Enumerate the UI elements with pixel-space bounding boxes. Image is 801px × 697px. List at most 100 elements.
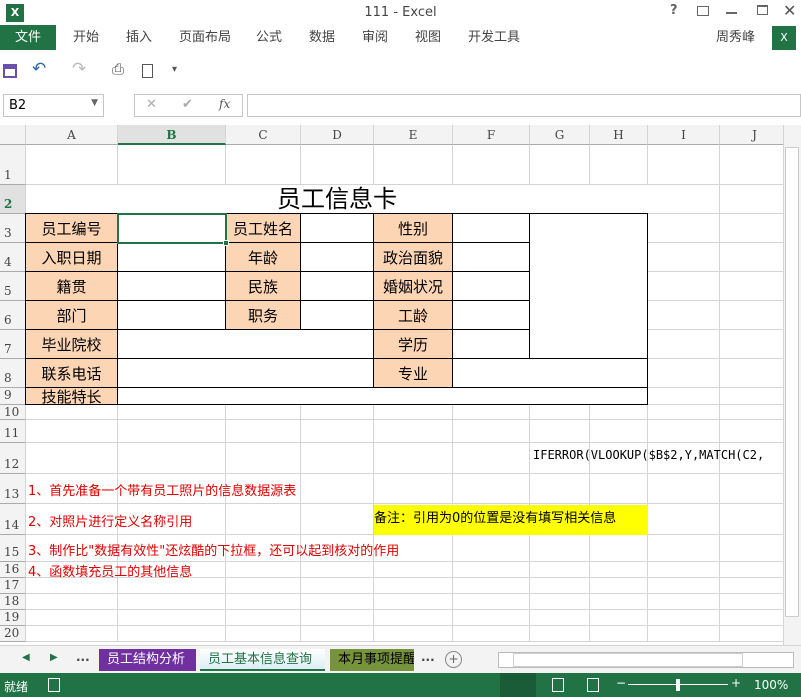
cell[interactable] xyxy=(26,405,118,420)
cell[interactable] xyxy=(720,214,790,243)
row-header-13[interactable]: 13 xyxy=(0,474,26,504)
cell[interactable] xyxy=(530,420,590,443)
row-header-1[interactable]: 1 xyxy=(0,145,26,185)
cell[interactable] xyxy=(530,145,590,185)
cell[interactable] xyxy=(590,535,648,562)
cell[interactable] xyxy=(590,578,648,594)
column-header-H[interactable]: H xyxy=(590,125,648,145)
cell[interactable] xyxy=(720,578,790,594)
cell[interactable] xyxy=(590,626,648,642)
maximize-button[interactable] xyxy=(757,5,768,15)
cell[interactable] xyxy=(374,420,453,443)
redo-icon[interactable]: ↷ xyxy=(72,59,86,79)
cell[interactable] xyxy=(301,578,374,594)
cell[interactable] xyxy=(453,578,530,594)
row-header-15[interactable]: 15 xyxy=(0,535,26,562)
column-header-B[interactable]: B xyxy=(118,125,226,145)
cell[interactable] xyxy=(590,594,648,610)
cell[interactable] xyxy=(301,405,374,420)
scroll-right-icon[interactable]: ▶ xyxy=(50,652,58,663)
cell[interactable] xyxy=(720,626,790,642)
vertical-scrollbar-thumb[interactable] xyxy=(785,147,799,617)
cell[interactable] xyxy=(26,145,118,185)
cell[interactable] xyxy=(453,405,530,420)
value-cell-school[interactable] xyxy=(117,329,374,359)
sheet-tab-employee-info[interactable]: 员工基本信息查询 xyxy=(200,649,325,671)
cell[interactable] xyxy=(648,474,720,504)
cell[interactable] xyxy=(720,504,790,535)
value-cell[interactable] xyxy=(300,242,374,272)
cell[interactable] xyxy=(590,562,648,578)
cell[interactable] xyxy=(26,420,118,443)
value-cell[interactable] xyxy=(300,300,374,330)
cell[interactable] xyxy=(720,388,790,405)
user-name[interactable]: 周秀峰 xyxy=(716,25,755,50)
cell[interactable] xyxy=(720,562,790,578)
sheet-tab-structure-analysis[interactable]: 员工结构分析 xyxy=(99,649,196,671)
print-preview-icon[interactable]: ⎙ xyxy=(112,60,124,78)
tab-page-layout[interactable]: 页面布局 xyxy=(179,25,231,50)
cell[interactable] xyxy=(118,443,226,474)
cell[interactable] xyxy=(648,535,720,562)
row-header-20[interactable]: 20 xyxy=(0,626,26,642)
cell[interactable] xyxy=(301,420,374,443)
customize-toolbar-icon[interactable]: ▾ xyxy=(172,64,177,75)
value-cell[interactable] xyxy=(452,329,530,359)
value-cell-phone[interactable] xyxy=(117,358,374,388)
enter-icon[interactable]: ✔ xyxy=(182,97,193,112)
cell[interactable] xyxy=(226,420,301,443)
cell[interactable] xyxy=(720,474,790,504)
row-header-12[interactable]: 12 xyxy=(0,443,26,474)
ribbon-display-icon[interactable] xyxy=(697,6,709,16)
cell[interactable] xyxy=(530,594,590,610)
cell[interactable] xyxy=(720,420,790,443)
row-header-2[interactable]: 2 xyxy=(0,185,26,214)
save-icon[interactable] xyxy=(3,64,17,78)
cell[interactable] xyxy=(648,330,720,359)
page-layout-view-icon[interactable] xyxy=(552,678,564,692)
row-header-4[interactable]: 4 xyxy=(0,243,26,272)
cell[interactable] xyxy=(453,145,530,185)
cell[interactable] xyxy=(118,405,226,420)
row-header-14[interactable]: 14 xyxy=(0,504,26,535)
cell[interactable] xyxy=(301,610,374,626)
cell[interactable] xyxy=(720,145,790,185)
cell[interactable] xyxy=(301,594,374,610)
row-header-11[interactable]: 11 xyxy=(0,420,26,443)
value-cell[interactable] xyxy=(452,213,530,243)
spreadsheet-grid[interactable]: A B C D E F G H I J 1 2 3 4 5 6 7 8 9 10 11 12 13 14 15 16 17 18 19 2… xyxy=(0,125,801,645)
tab-insert[interactable]: 插入 xyxy=(126,25,152,50)
value-cell[interactable] xyxy=(117,271,226,301)
column-header-G[interactable]: G xyxy=(530,125,590,145)
value-cell[interactable] xyxy=(300,213,374,243)
cell[interactable] xyxy=(530,626,590,642)
cell[interactable] xyxy=(590,420,648,443)
value-cell-major[interactable] xyxy=(452,358,648,388)
cell[interactable] xyxy=(226,405,301,420)
cell[interactable] xyxy=(648,145,720,185)
zoom-slider-handle[interactable] xyxy=(676,679,680,691)
insert-function-icon[interactable]: fx xyxy=(219,97,230,111)
cell[interactable] xyxy=(374,610,453,626)
cell[interactable] xyxy=(26,610,118,626)
cell[interactable] xyxy=(648,562,720,578)
macro-record-icon[interactable] xyxy=(48,678,60,692)
normal-view-icon[interactable] xyxy=(500,673,536,697)
cell[interactable] xyxy=(453,443,530,474)
cell[interactable] xyxy=(720,243,790,272)
cell[interactable] xyxy=(26,626,118,642)
tab-data[interactable]: 数据 xyxy=(309,25,335,50)
cell[interactable] xyxy=(118,594,226,610)
value-cell[interactable] xyxy=(300,271,374,301)
cell[interactable] xyxy=(720,594,790,610)
cell[interactable] xyxy=(226,594,301,610)
row-header-16[interactable]: 16 xyxy=(0,562,26,578)
row-header-6[interactable]: 6 xyxy=(0,301,26,330)
cell[interactable] xyxy=(720,535,790,562)
cell[interactable] xyxy=(453,594,530,610)
column-header-C[interactable]: C xyxy=(226,125,301,145)
value-cell[interactable] xyxy=(452,242,530,272)
cell[interactable] xyxy=(648,594,720,610)
cell[interactable] xyxy=(226,443,301,474)
cell[interactable] xyxy=(530,610,590,626)
